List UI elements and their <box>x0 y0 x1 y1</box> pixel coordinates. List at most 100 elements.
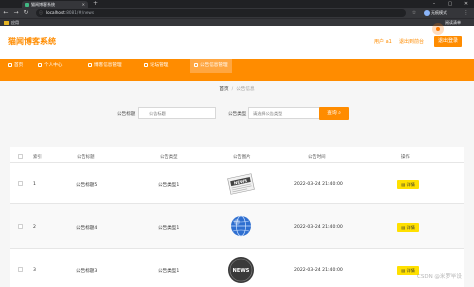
app-header: 猫闻博客系统 用户 a1 退出到前台 退出登录 <box>0 27 474 59</box>
globe-image <box>231 215 251 237</box>
notice-icon <box>194 62 198 67</box>
row-title: 公告标题5 <box>76 183 98 188</box>
query-button[interactable]: 查询 ⌕ <box>319 107 349 120</box>
detail-button[interactable]: ▤ 详情 <box>397 223 419 232</box>
breadcrumb-current: 公告信息 <box>236 87 255 92</box>
type-select[interactable] <box>248 107 326 119</box>
nav-item-label: 首页 <box>14 63 24 68</box>
document-icon: ▤ <box>401 225 406 230</box>
user-label: 用户 a1 <box>374 39 392 45</box>
info-icon: ⓘ <box>39 10 43 15</box>
document-icon <box>88 62 92 67</box>
menu-icon[interactable]: ⋮ <box>462 9 470 17</box>
detail-label: 详情 <box>406 182 415 187</box>
browser-toolbar: ← → ↻ ⓘ localhost:8081/#/news ☆ 无痕模式 ⋮ <box>0 8 474 18</box>
detail-button[interactable]: ▤ 详情 <box>397 180 419 189</box>
search-icon: ⌕ <box>338 111 341 116</box>
title-filter-label: 公告标题 <box>117 112 136 117</box>
column-header-time: 公告时间 <box>308 155 326 160</box>
logout-button[interactable]: 退出登录 <box>434 36 462 47</box>
row-time: 2022-03-24 21:40:00 <box>294 268 343 273</box>
watermark: CSDN @米罗毕设 <box>417 274 462 280</box>
query-label: 查询 <box>327 111 337 116</box>
breadcrumb-separator: / <box>231 87 234 92</box>
address-bar[interactable]: ⓘ localhost:8081/#/news <box>36 9 406 17</box>
news-paper-image: NEWS <box>227 173 255 195</box>
detail-label: 详情 <box>406 225 415 230</box>
row-type: 公告类型1 <box>158 226 180 231</box>
document-icon: ▤ <box>401 268 406 273</box>
main-nav: 首页 个人中心 博客信息管理 论坛管理 公告信息管理 <box>0 59 474 73</box>
row-type: 公告类型1 <box>158 183 180 188</box>
column-header-image: 公告图片 <box>233 155 251 160</box>
star-icon[interactable]: ☆ <box>410 9 418 17</box>
nav-item-label: 个人中心 <box>44 63 63 68</box>
user-icon <box>38 62 42 67</box>
row-checkbox[interactable] <box>18 267 23 272</box>
forum-icon <box>144 62 148 67</box>
nav-item-personal-center[interactable]: 个人中心 <box>38 59 62 73</box>
row-divider <box>10 248 464 249</box>
apps-icon <box>4 21 9 25</box>
reading-list-label: 阅读清单 <box>445 20 461 25</box>
browser-tab[interactable]: 猫闻博客系统 ✕ <box>22 1 88 8</box>
window-close-icon[interactable]: ✕ <box>458 0 474 8</box>
minimize-icon[interactable]: – <box>426 0 442 8</box>
column-header-title: 公告标题 <box>77 155 95 160</box>
url-path: :8081/#/news <box>64 10 95 15</box>
row-time: 2022-03-24 21:40:00 <box>294 182 343 187</box>
incognito-icon <box>424 10 430 16</box>
detail-button[interactable]: ▤ 详情 <box>397 266 419 275</box>
bookmark-apps[interactable]: 应用 <box>4 19 19 27</box>
news-badge-image: NEWS <box>228 257 254 283</box>
type-filter-label: 公告类型 <box>228 112 247 117</box>
back-to-front-link[interactable]: 退出到前台 <box>399 38 424 45</box>
breadcrumb: 首页 / 公告信息 <box>0 86 474 92</box>
bookmark-label: 应用 <box>11 20 19 25</box>
row-type: 公告类型1 <box>158 269 180 274</box>
row-checkbox[interactable] <box>18 224 23 229</box>
column-header-action: 操作 <box>401 155 410 160</box>
browser-tab-title: 猫闻博客系统 <box>31 2 55 7</box>
breadcrumb-home[interactable]: 首页 <box>219 87 228 92</box>
vue-favicon-icon <box>25 3 29 7</box>
nav-item-label: 公告信息管理 <box>200 63 228 68</box>
header-divider <box>10 162 464 163</box>
row-index: 1 <box>33 182 36 187</box>
back-icon[interactable]: ← <box>2 8 10 18</box>
svg-text:NEWS: NEWS <box>233 268 250 274</box>
nav-item-notice-management[interactable]: 公告信息管理 <box>190 59 232 73</box>
browser-tab-strip: 猫闻博客系统 ✕ + – ▢ ✕ <box>0 0 474 8</box>
detail-label: 详情 <box>406 268 415 273</box>
close-icon[interactable]: ✕ <box>82 1 85 8</box>
app-title: 猫闻博客系统 <box>8 37 56 46</box>
nav-item-label: 论坛管理 <box>150 63 169 68</box>
row-title: 公告标题3 <box>76 269 98 274</box>
reading-list[interactable]: 阅读清单 <box>445 19 461 27</box>
row-index: 3 <box>33 268 36 273</box>
home-icon <box>8 62 12 67</box>
profile-label: 无痕模式 <box>431 10 447 15</box>
title-search-input[interactable] <box>138 107 216 119</box>
new-tab-icon[interactable]: + <box>93 0 98 8</box>
profile-button[interactable]: 无痕模式 <box>424 9 447 17</box>
maximize-icon[interactable]: ▢ <box>442 0 458 8</box>
nav-item-forum-management[interactable]: 论坛管理 <box>144 59 168 73</box>
reload-icon[interactable]: ↻ <box>22 8 30 18</box>
bookmarks-bar: 应用 阅读清单 <box>0 18 474 26</box>
mouse-cursor-icon <box>436 27 440 31</box>
row-checkbox[interactable] <box>18 181 23 186</box>
row-title: 公告标题4 <box>76 226 98 231</box>
row-index: 2 <box>33 225 36 230</box>
nav-item-label: 博客信息管理 <box>94 63 122 68</box>
forward-icon[interactable]: → <box>12 8 20 18</box>
row-time: 2022-03-24 21:40:00 <box>294 225 343 230</box>
document-icon: ▤ <box>401 182 406 187</box>
url-host: localhost <box>46 10 65 15</box>
column-header-index: 索引 <box>33 155 42 160</box>
header-band <box>0 73 474 81</box>
select-all-checkbox[interactable] <box>18 154 23 159</box>
nav-item-home[interactable]: 首页 <box>8 59 23 73</box>
column-header-type: 公告类型 <box>160 155 178 160</box>
nav-item-blog-management[interactable]: 博客信息管理 <box>88 59 122 73</box>
